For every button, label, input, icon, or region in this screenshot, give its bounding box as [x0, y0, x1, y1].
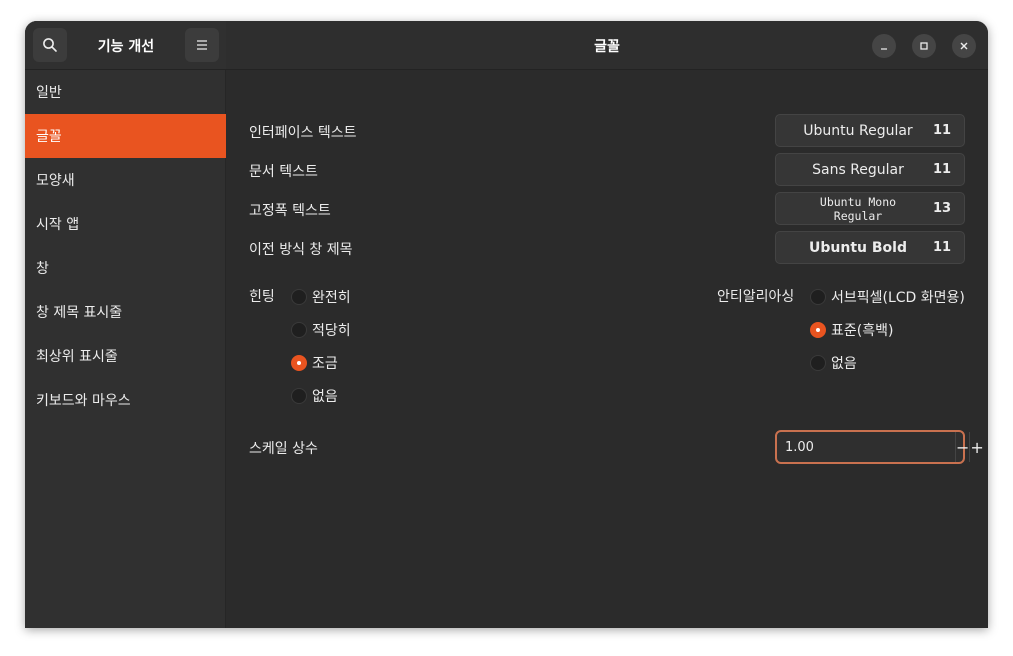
minus-icon: −	[956, 437, 970, 457]
radio-indicator	[810, 355, 826, 371]
document-text-label: 문서 텍스트	[249, 164, 318, 180]
sidebar-item-windows[interactable]: 창	[25, 246, 226, 290]
radio-label: 완전히	[312, 290, 351, 306]
radio-indicator	[291, 388, 307, 404]
legacy-title-font-name: Ubuntu Bold	[809, 239, 907, 256]
interface-font-button[interactable]: Ubuntu Regular 11	[775, 114, 965, 147]
hinting-option-full[interactable]: 완전히	[291, 287, 351, 307]
antialiasing-option-none[interactable]: 없음	[810, 353, 857, 373]
legacy-title-font-button[interactable]: Ubuntu Bold 11	[775, 231, 965, 264]
sidebar-item-general[interactable]: 일반	[25, 70, 226, 114]
maximize-button[interactable]	[912, 34, 936, 58]
document-font-name: Sans Regular	[812, 161, 904, 178]
legacy-title-font-size: 11	[932, 240, 952, 255]
menu-button[interactable]	[185, 28, 219, 62]
sidebar: 기능 개선 일반 글꼴 모양새 시작 앱 창 창 제목 표시줄 최상위 표시줄 …	[25, 21, 226, 628]
sidebar-header: 기능 개선	[25, 21, 226, 70]
legacy-title-label: 이전 방식 창 제목	[249, 242, 353, 258]
radio-label: 없음	[831, 356, 857, 372]
hinting-option-medium[interactable]: 적당히	[291, 320, 351, 340]
fonts-settings-panel: 인터페이스 텍스트 Ubuntu Regular 11 문서 텍스트 Sans …	[226, 70, 988, 628]
scale-factor-label: 스케일 상수	[249, 441, 318, 457]
sidebar-item-appearance[interactable]: 모양새	[25, 158, 226, 202]
radio-indicator-selected	[810, 322, 826, 338]
radio-label: 조금	[312, 356, 338, 372]
decrement-button[interactable]: −	[955, 432, 969, 462]
plus-icon: +	[970, 437, 984, 457]
monospace-font-button[interactable]: Ubuntu Mono Regular 13	[775, 192, 965, 225]
scale-factor-input[interactable]	[777, 432, 955, 462]
radio-label: 적당히	[312, 323, 351, 339]
interface-text-label: 인터페이스 텍스트	[249, 125, 357, 141]
search-icon	[43, 38, 57, 52]
monospace-font-name: Ubuntu Mono Regular	[819, 194, 897, 223]
minimize-button[interactable]	[872, 34, 896, 58]
radio-indicator	[810, 289, 826, 305]
sidebar-item-top-bar[interactable]: 최상위 표시줄	[25, 334, 226, 378]
document-font-button[interactable]: Sans Regular 11	[775, 153, 965, 186]
sidebar-item-startup-apps[interactable]: 시작 앱	[25, 202, 226, 246]
antialiasing-label: 안티알리아싱	[717, 289, 795, 305]
radio-label: 없음	[312, 389, 338, 405]
tweaks-window: 기능 개선 일반 글꼴 모양새 시작 앱 창 창 제목 표시줄 최상위 표시줄 …	[25, 21, 988, 628]
hinting-option-slight[interactable]: 조금	[291, 353, 338, 373]
interface-font-size: 11	[932, 123, 952, 138]
sidebar-item-keyboard-mouse[interactable]: 키보드와 마우스	[25, 378, 226, 422]
sidebar-nav: 일반 글꼴 모양새 시작 앱 창 창 제목 표시줄 최상위 표시줄 키보드와 마…	[25, 70, 226, 422]
sidebar-title: 기능 개선	[97, 38, 155, 55]
header-bar: 글꼴	[226, 21, 988, 70]
radio-label: 표준(흑백)	[831, 323, 894, 339]
scale-factor-spinbutton: − +	[775, 430, 984, 464]
radio-indicator	[291, 289, 307, 305]
maximize-icon	[920, 42, 928, 50]
hamburger-icon	[197, 40, 207, 50]
hinting-label: 힌팅	[249, 289, 275, 305]
document-font-size: 11	[932, 162, 952, 177]
radio-indicator-selected	[291, 355, 307, 371]
minimize-icon	[881, 48, 887, 50]
monospace-font-size: 13	[932, 201, 952, 216]
radio-label: 서브픽셀(LCD 화면용)	[831, 290, 965, 306]
interface-font-name: Ubuntu Regular	[803, 122, 913, 139]
antialiasing-option-subpixel[interactable]: 서브픽셀(LCD 화면용)	[810, 287, 965, 307]
sidebar-item-fonts[interactable]: 글꼴	[25, 114, 226, 158]
sidebar-item-window-titlebars[interactable]: 창 제목 표시줄	[25, 290, 226, 334]
hinting-option-none[interactable]: 없음	[291, 386, 338, 406]
monospace-text-label: 고정폭 텍스트	[249, 203, 331, 219]
close-button[interactable]	[952, 34, 976, 58]
increment-button[interactable]: +	[969, 432, 984, 462]
close-icon	[960, 42, 968, 50]
search-button[interactable]	[33, 28, 67, 62]
antialiasing-option-standard[interactable]: 표준(흑백)	[810, 320, 893, 340]
radio-indicator	[291, 322, 307, 338]
